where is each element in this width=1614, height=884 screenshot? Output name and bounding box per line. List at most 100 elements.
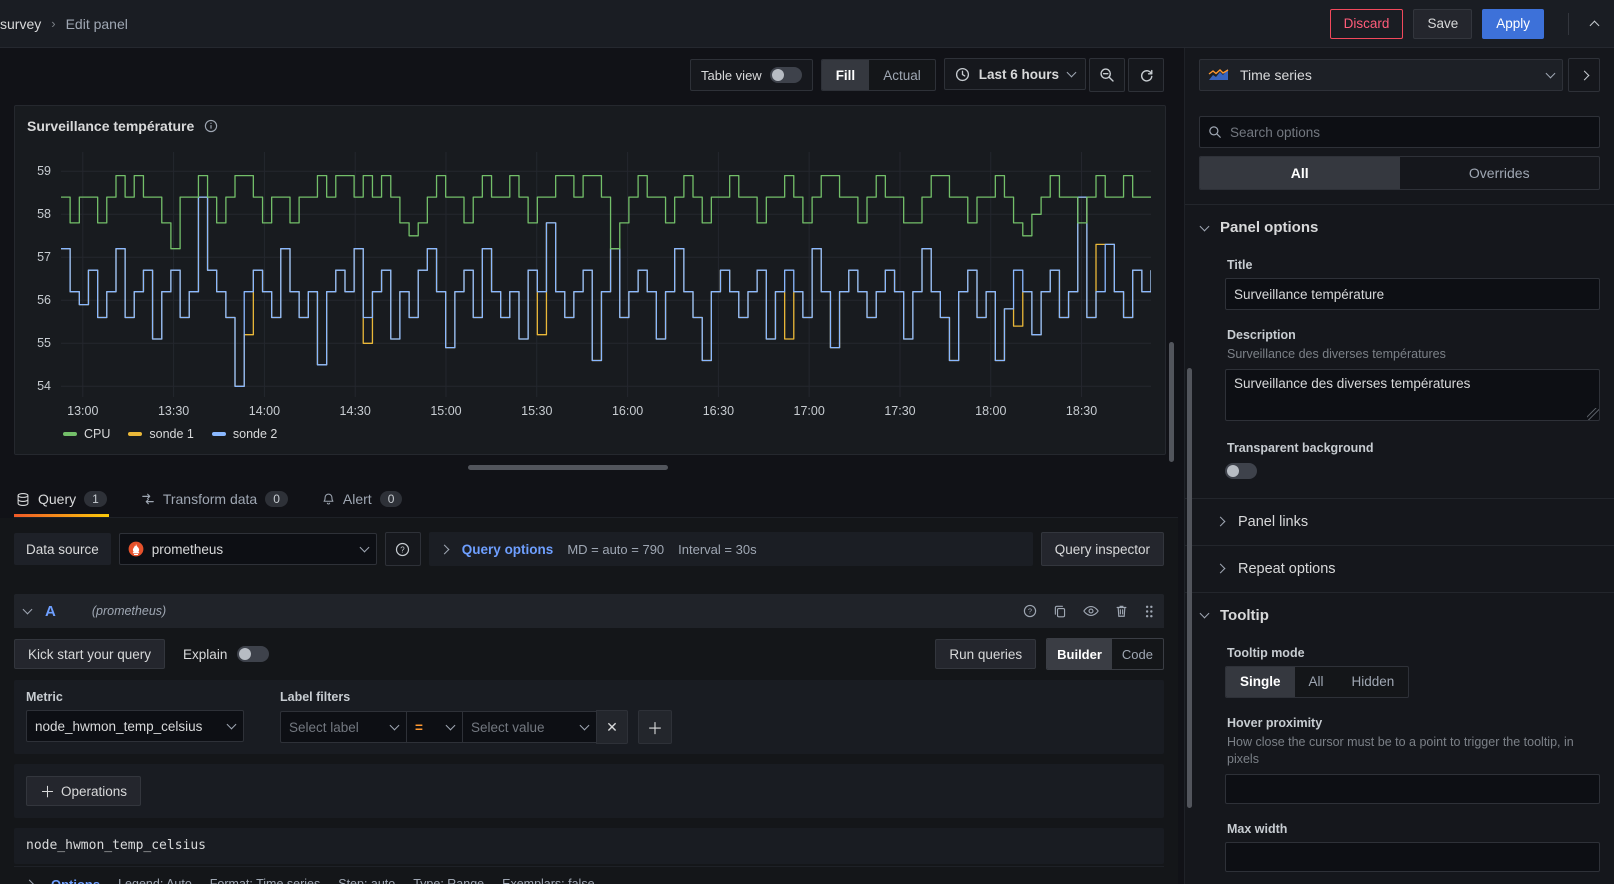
outer-scrollbar-thumb[interactable] bbox=[1169, 342, 1174, 462]
x-tick-label: 16:00 bbox=[611, 404, 644, 418]
time-series-panel: Surveillance température 54 55 56 57 58 59 13… bbox=[14, 105, 1166, 455]
tooltip-mode-switch: Single All Hidden bbox=[1225, 665, 1410, 698]
add-operations-button[interactable]: ＋ Operations bbox=[26, 776, 142, 806]
remove-query-icon[interactable] bbox=[1115, 604, 1128, 618]
chevron-down-icon bbox=[579, 720, 590, 731]
metric-select[interactable]: node_hwmon_temp_celsius bbox=[26, 710, 244, 742]
chevron-right-icon bbox=[439, 544, 450, 554]
collapse-header-icon[interactable] bbox=[1589, 20, 1600, 30]
drag-handle-icon[interactable] bbox=[1144, 604, 1154, 619]
save-button[interactable]: Save bbox=[1413, 8, 1473, 39]
x-tick-label: 17:30 bbox=[884, 404, 916, 418]
tooltip-mode-single[interactable]: Single bbox=[1226, 666, 1295, 697]
query-row-header[interactable]: A (prometheus) ? bbox=[14, 594, 1164, 628]
transparent-bg-toggle[interactable] bbox=[1225, 462, 1257, 479]
tab-transform-data[interactable]: Transform data 0 bbox=[139, 491, 290, 517]
tab-alert[interactable]: Alert 0 bbox=[320, 491, 404, 517]
tab-all[interactable]: All bbox=[1200, 157, 1400, 189]
refresh-button[interactable] bbox=[1128, 58, 1164, 92]
query-inspector-button[interactable]: Query inspector bbox=[1040, 532, 1164, 566]
y-tick-label: 55 bbox=[37, 336, 51, 351]
hover-proximity-input[interactable] bbox=[1225, 773, 1600, 804]
code-option[interactable]: Code bbox=[1112, 639, 1163, 669]
select-label-placeholder: Select label bbox=[289, 719, 359, 735]
editor-tabs: Query 1 Transform data 0 Alert 0 bbox=[14, 472, 1178, 518]
legend-series-label: sonde 2 bbox=[232, 427, 278, 441]
panel-links-section[interactable]: Panel links bbox=[1211, 499, 1600, 545]
query-expression[interactable]: node_hwmon_temp_celsius bbox=[26, 838, 206, 854]
database-icon bbox=[16, 492, 30, 507]
search-icon bbox=[1208, 125, 1222, 139]
x-tick-label: 13:00 bbox=[67, 404, 99, 418]
legend-item[interactable]: sonde 1 bbox=[128, 427, 194, 441]
table-view-label: Table view bbox=[700, 67, 762, 83]
query-options-bar[interactable]: Query options MD = auto = 790 Interval =… bbox=[428, 532, 1033, 566]
remove-filter-button[interactable]: ✕ bbox=[596, 710, 628, 744]
options-legend: Legend: Auto bbox=[118, 877, 192, 884]
operator-dropdown[interactable]: = bbox=[406, 711, 462, 743]
breadcrumb-dashboard[interactable]: survey bbox=[0, 16, 41, 32]
section-panel-options[interactable]: Panel options bbox=[1199, 205, 1600, 248]
description-hint: Surveillance des diverses températures bbox=[1227, 347, 1446, 361]
run-queries-button[interactable]: Run queries bbox=[935, 639, 1037, 669]
actual-option[interactable]: Actual bbox=[869, 60, 935, 90]
legend-item[interactable]: CPU bbox=[63, 427, 110, 441]
chart-plot[interactable] bbox=[61, 152, 1151, 397]
time-range-picker[interactable]: Last 6 hours bbox=[943, 58, 1086, 90]
tooltip-mode-all[interactable]: All bbox=[1295, 667, 1338, 697]
builder-option[interactable]: Builder bbox=[1047, 639, 1112, 669]
tab-overrides[interactable]: Overrides bbox=[1400, 157, 1600, 189]
repeat-options-section[interactable]: Repeat options bbox=[1211, 546, 1600, 592]
svg-text:?: ? bbox=[1028, 607, 1032, 616]
kick-start-button[interactable]: Kick start your query bbox=[14, 639, 166, 669]
chevron-right-icon bbox=[24, 879, 35, 884]
panel-title-input[interactable] bbox=[1225, 278, 1600, 310]
search-options-box[interactable]: Search options bbox=[1199, 116, 1600, 148]
panel-description-input[interactable]: Surveillance des diverses températures bbox=[1225, 368, 1600, 421]
hide-query-icon[interactable] bbox=[1083, 604, 1099, 618]
select-value-dropdown[interactable]: Select value bbox=[462, 711, 596, 743]
options-type: Type: Range bbox=[413, 877, 485, 884]
question-circle-icon: ? bbox=[396, 542, 410, 556]
tooltip-mode-hidden[interactable]: Hidden bbox=[1338, 667, 1409, 697]
discard-button[interactable]: Discard bbox=[1329, 8, 1404, 39]
svg-text:?: ? bbox=[401, 545, 406, 554]
refresh-icon bbox=[1140, 69, 1152, 82]
horizontal-scrollbar-thumb[interactable] bbox=[468, 465, 668, 470]
legend-series-label: CPU bbox=[84, 427, 111, 441]
collapse-query-icon bbox=[22, 604, 33, 615]
table-view-toggle[interactable] bbox=[769, 67, 802, 83]
x-tick-label: 15:30 bbox=[521, 404, 553, 418]
fill-option[interactable]: Fill bbox=[821, 60, 870, 90]
section-tooltip[interactable]: Tooltip bbox=[1199, 593, 1600, 636]
max-width-input[interactable] bbox=[1225, 841, 1600, 872]
query-row-datasource: (prometheus) bbox=[91, 604, 167, 618]
table-view-control: Table view bbox=[689, 59, 813, 91]
tab-query[interactable]: Query 1 bbox=[14, 491, 109, 517]
zoom-out-button[interactable] bbox=[1089, 58, 1125, 92]
legend-item[interactable]: sonde 2 bbox=[211, 427, 278, 441]
clock-icon bbox=[955, 67, 970, 82]
time-range-label: Last 6 hours bbox=[978, 66, 1059, 82]
info-circle-icon[interactable] bbox=[204, 119, 218, 133]
visualization-picker[interactable]: Time series bbox=[1199, 59, 1563, 91]
query-help-icon[interactable]: ? bbox=[1023, 604, 1037, 618]
chevron-down-icon bbox=[359, 542, 370, 553]
select-label-dropdown[interactable]: Select label bbox=[280, 711, 406, 743]
visualization-label: Time series bbox=[1240, 67, 1312, 83]
explain-toggle[interactable] bbox=[237, 646, 270, 662]
chevron-right-icon bbox=[1215, 563, 1226, 574]
datasource-select[interactable]: prometheus bbox=[118, 533, 377, 565]
bell-icon bbox=[322, 492, 335, 506]
query-options-summary[interactable]: Options Legend: Auto Format: Time series… bbox=[14, 866, 1164, 884]
collapse-options-pane-button[interactable] bbox=[1568, 58, 1600, 92]
operator-value: = bbox=[415, 719, 423, 735]
grafana-edit-panel: survey › Edit panel Discard Save Apply T… bbox=[0, 0, 1614, 884]
apply-button[interactable]: Apply bbox=[1482, 8, 1544, 39]
panel-options-sidebar: Time series Search options All Overrides… bbox=[1184, 48, 1614, 884]
datasource-help-button[interactable]: ? bbox=[384, 532, 421, 566]
add-filter-button[interactable]: ＋ bbox=[638, 710, 672, 744]
sidebar-scrollbar-thumb[interactable] bbox=[1187, 368, 1192, 808]
duplicate-query-icon[interactable] bbox=[1053, 604, 1067, 618]
chevron-down-icon bbox=[1545, 68, 1556, 79]
